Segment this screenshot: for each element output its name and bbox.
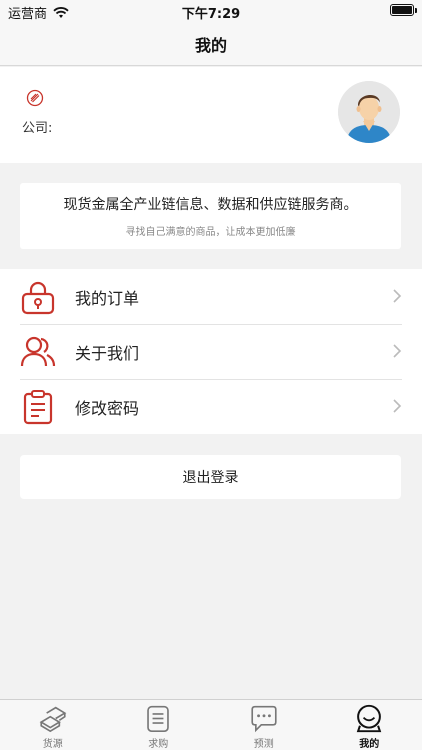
menu-list: 我的订单 关于我们 修改密码 — [0, 269, 422, 434]
company-logo-icon — [26, 89, 44, 107]
page-title: 我的 — [194, 35, 227, 55]
profile-icon — [356, 704, 382, 733]
chevron-right-icon — [393, 344, 402, 358]
tab-label-purchase: 求购 — [148, 739, 169, 750]
menu-item-about-us[interactable]: 关于我们 — [0, 324, 422, 379]
slogan-card: 现货金属全产业链信息、数据和供应链服务商。 寻找自己满意的商品，让成本更加低廉 — [20, 183, 401, 249]
slogan-subtitle: 寻找自己满意的商品，让成本更加低廉 — [125, 227, 296, 238]
user-avatar-icon — [338, 81, 400, 143]
document-icon — [147, 705, 170, 733]
users-icon — [20, 336, 56, 367]
menu-item-change-password[interactable]: 修改密码 — [0, 379, 422, 434]
tab-label-goods: 货源 — [42, 739, 63, 750]
nav-bar: 我的 — [0, 22, 422, 66]
tab-bar: 货源 求购 预测 我的 — [0, 699, 422, 750]
battery-icon — [390, 4, 417, 16]
tab-mine[interactable]: 我的 — [317, 700, 422, 750]
goods-icon — [39, 706, 67, 733]
slogan-main: 现货金属全产业链信息、数据和供应链服务商。 — [63, 197, 358, 213]
tab-forecast[interactable]: 预测 — [211, 700, 317, 750]
tab-label-forecast: 预测 — [253, 739, 274, 750]
tab-goods[interactable]: 货源 — [0, 700, 106, 750]
company-label: 公司: — [22, 121, 53, 136]
logout-button[interactable]: 退出登录 — [20, 455, 401, 499]
menu-label-about-us: 关于我们 — [75, 343, 140, 363]
tab-purchase[interactable]: 求购 — [106, 700, 212, 750]
chevron-right-icon — [393, 399, 402, 413]
chat-icon — [251, 705, 277, 733]
profile-section[interactable]: 公司: — [0, 67, 422, 163]
menu-item-my-orders[interactable]: 我的订单 — [0, 269, 422, 324]
lock-icon — [21, 281, 55, 315]
chevron-right-icon — [393, 289, 402, 303]
clipboard-icon — [23, 390, 53, 425]
menu-label-change-password: 修改密码 — [75, 398, 140, 418]
menu-label-my-orders: 我的订单 — [75, 288, 140, 308]
avatar[interactable] — [338, 81, 400, 143]
status-bar: 运营商 下午7:29 — [0, 0, 422, 22]
status-time: 下午7:29 — [181, 7, 241, 22]
tab-label-mine: 我的 — [359, 739, 380, 750]
